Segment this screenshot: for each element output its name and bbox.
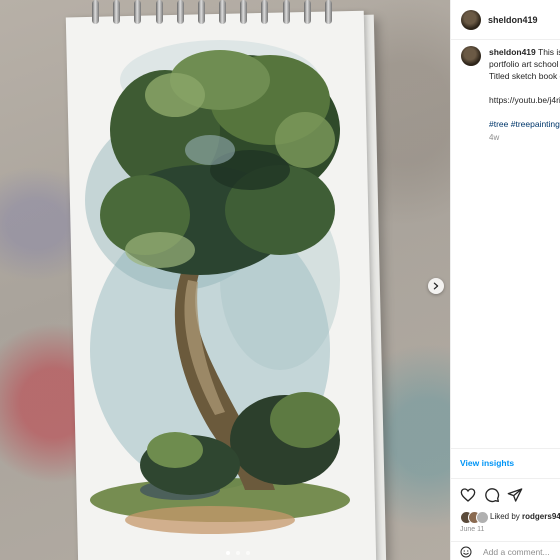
tree-painting bbox=[85, 40, 350, 534]
comment-row bbox=[451, 541, 560, 560]
caption-avatar[interactable] bbox=[461, 46, 481, 66]
paper-plane-icon[interactable] bbox=[507, 487, 523, 503]
spiral-ring bbox=[155, 0, 163, 24]
likes-prefix: Liked by bbox=[490, 512, 520, 521]
spiral-ring bbox=[197, 0, 205, 24]
spiral-ring bbox=[92, 0, 99, 24]
view-insights-link[interactable]: View insights bbox=[460, 458, 514, 468]
caption-hashtags[interactable]: #tree #treepainting bbox=[489, 118, 560, 130]
spiral-ring bbox=[219, 0, 227, 24]
spiral-ring bbox=[113, 0, 121, 24]
post-side-panel: sheldon419 sheldon419 This is a portfoli… bbox=[450, 0, 560, 560]
spiral-ring bbox=[282, 0, 290, 24]
chevron-right-icon bbox=[433, 282, 439, 290]
comment-input[interactable] bbox=[483, 545, 559, 558]
caption-line-3: Titled sketch book o bbox=[489, 71, 560, 81]
spiral-ring bbox=[134, 0, 142, 24]
comment-icon[interactable] bbox=[484, 487, 500, 503]
carousel-dot bbox=[236, 551, 240, 555]
post-header: sheldon419 bbox=[451, 0, 560, 40]
post-date: June 11 bbox=[460, 526, 485, 533]
liker-avatar bbox=[476, 511, 489, 524]
carousel-next-button[interactable] bbox=[428, 278, 444, 294]
caption-line-2: portfolio art school bbox=[489, 59, 559, 69]
likes-username[interactable]: rodgers94 bbox=[522, 512, 560, 521]
spiral-ring bbox=[240, 0, 248, 24]
carousel-dot bbox=[246, 551, 250, 555]
post-caption: sheldon419 This is a portfolio art schoo… bbox=[489, 46, 560, 144]
spiral-ring bbox=[324, 0, 332, 24]
spiral-ring bbox=[303, 0, 311, 24]
caption-link[interactable]: https://youtu.be/j4ri bbox=[489, 95, 560, 105]
post-image[interactable] bbox=[0, 0, 450, 560]
caption-username[interactable]: sheldon419 bbox=[489, 47, 536, 57]
likes-summary: Liked by rodgers94 bbox=[460, 511, 560, 524]
spiral-binding bbox=[92, 0, 332, 26]
spiral-ring bbox=[176, 0, 184, 24]
spiral-ring bbox=[261, 0, 269, 24]
carousel-dot-active bbox=[226, 551, 230, 555]
caption-time: 4w bbox=[489, 133, 500, 142]
emoji-icon[interactable] bbox=[460, 546, 472, 558]
header-username[interactable]: sheldon419 bbox=[488, 15, 538, 25]
insights-row: View insights bbox=[451, 448, 560, 478]
caption-line-1: This is a bbox=[538, 47, 560, 57]
avatar[interactable] bbox=[461, 10, 481, 30]
heart-icon[interactable] bbox=[460, 487, 476, 503]
